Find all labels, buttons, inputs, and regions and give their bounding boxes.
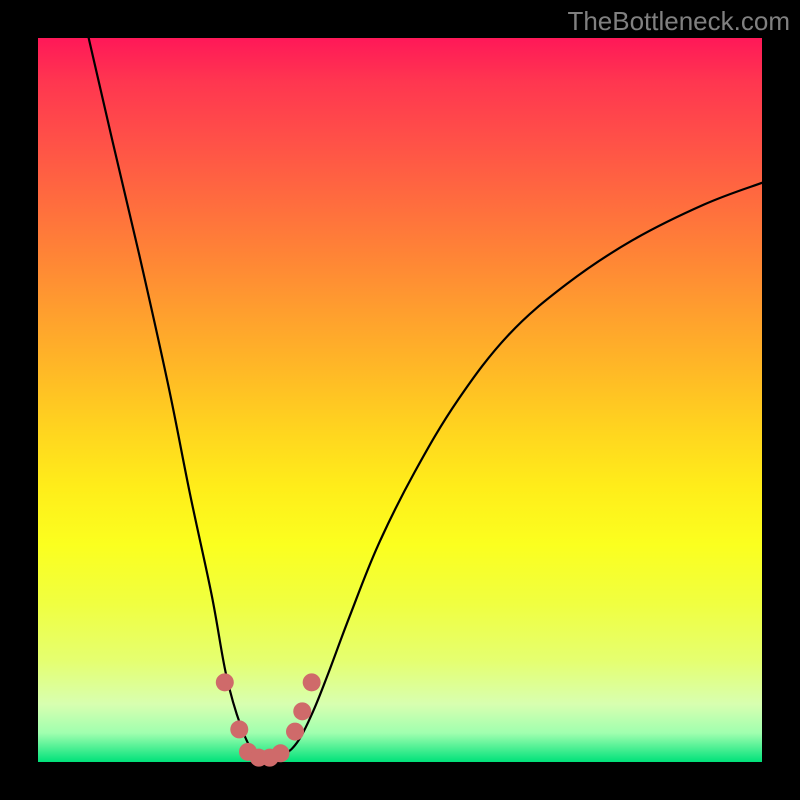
marker-dot bbox=[286, 723, 304, 741]
bottleneck-curve bbox=[89, 38, 762, 759]
marker-dot bbox=[272, 744, 290, 762]
chart-frame: TheBottleneck.com bbox=[0, 0, 800, 800]
marker-group bbox=[216, 673, 321, 766]
marker-dot bbox=[230, 720, 248, 738]
marker-dot bbox=[303, 673, 321, 691]
marker-dot bbox=[216, 673, 234, 691]
marker-dot bbox=[293, 702, 311, 720]
chart-svg bbox=[38, 38, 762, 762]
watermark-text: TheBottleneck.com bbox=[567, 6, 790, 37]
